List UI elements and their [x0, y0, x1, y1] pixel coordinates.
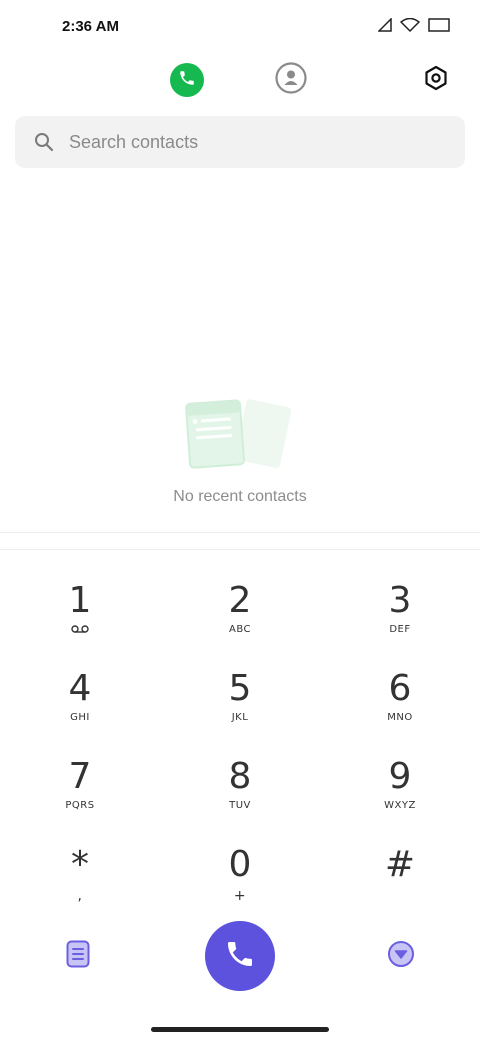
- key-digit: 3: [388, 580, 412, 621]
- status-time: 2:36 AM: [62, 18, 119, 35]
- collapse-keypad-button[interactable]: [386, 940, 416, 973]
- key-letters: ,: [77, 888, 83, 904]
- bottom-actions: [0, 920, 480, 992]
- status-icons: [377, 17, 450, 37]
- key-hash[interactable]: #: [345, 844, 455, 924]
- key-digit: 7: [68, 756, 92, 797]
- empty-contacts-illustration: [180, 396, 300, 476]
- battery-icon: [428, 18, 450, 37]
- key-digit: 1: [68, 580, 92, 621]
- top-bar: [0, 60, 480, 104]
- tab-recents[interactable]: [170, 63, 204, 97]
- key-2[interactable]: 2 ABC: [185, 580, 295, 660]
- signal-icon: [377, 17, 392, 37]
- key-digit: *: [71, 844, 89, 885]
- key-1[interactable]: 1: [25, 580, 135, 660]
- key-star[interactable]: * ,: [25, 844, 135, 924]
- key-letters: +: [233, 888, 247, 904]
- search-icon: [33, 131, 55, 153]
- empty-state-text: No recent contacts: [173, 488, 307, 505]
- empty-state: No recent contacts: [0, 396, 480, 506]
- search-input[interactable]: [67, 130, 431, 154]
- key-digit: 9: [388, 756, 412, 797]
- key-7[interactable]: 7 PQRS: [25, 756, 135, 836]
- call-button[interactable]: [205, 921, 275, 991]
- key-9[interactable]: 9 WXYZ: [345, 756, 455, 836]
- key-letters: [345, 888, 455, 902]
- key-5[interactable]: 5 JKL: [185, 668, 295, 748]
- key-letters: MNO: [387, 712, 413, 723]
- divider: [0, 532, 480, 533]
- gear-icon: [423, 65, 449, 96]
- key-digit: 4: [68, 668, 92, 709]
- key-letters: GHI: [70, 712, 90, 723]
- key-letters: TUV: [229, 800, 251, 811]
- divider: [0, 549, 480, 550]
- search-bar[interactable]: [15, 116, 465, 168]
- tab-contacts[interactable]: [274, 61, 308, 100]
- key-digit: 8: [228, 756, 252, 797]
- status-bar: 2:36 AM: [0, 0, 480, 56]
- key-0[interactable]: 0 +: [185, 844, 295, 924]
- list-icon: [66, 940, 90, 973]
- key-digit: 2: [228, 580, 252, 621]
- key-digit: 0: [228, 844, 252, 885]
- wifi-icon: [400, 17, 420, 37]
- key-digit: 5: [228, 668, 252, 709]
- phone-icon: [224, 938, 256, 975]
- settings-button[interactable]: [419, 63, 453, 97]
- key-letters: DEF: [389, 624, 411, 635]
- key-letters: WXYZ: [384, 800, 416, 811]
- voicemail-icon: [25, 624, 135, 638]
- chevron-down-icon: [387, 940, 415, 973]
- key-6[interactable]: 6 MNO: [345, 668, 455, 748]
- menu-button[interactable]: [63, 940, 93, 973]
- key-letters: JKL: [231, 712, 249, 723]
- key-3[interactable]: 3 DEF: [345, 580, 455, 660]
- key-8[interactable]: 8 TUV: [185, 756, 295, 836]
- person-icon: [274, 61, 308, 100]
- phone-icon: [178, 69, 196, 92]
- key-letters: PQRS: [65, 800, 95, 811]
- key-digit: #: [384, 844, 416, 885]
- key-4[interactable]: 4 GHI: [25, 668, 135, 748]
- key-digit: 6: [388, 668, 412, 709]
- home-indicator[interactable]: [151, 1027, 329, 1032]
- key-letters: ABC: [228, 624, 251, 635]
